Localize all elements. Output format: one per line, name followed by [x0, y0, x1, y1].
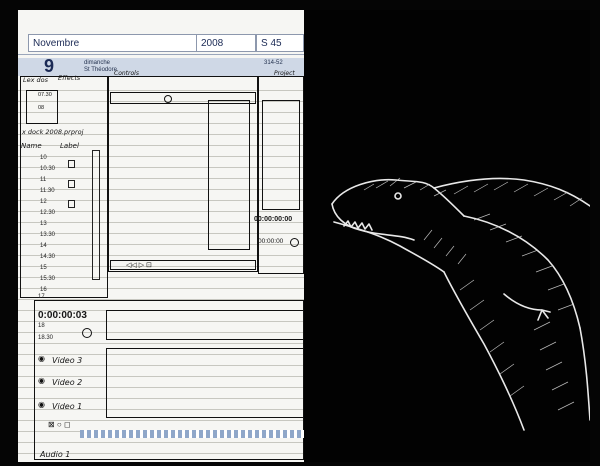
- time-label: 17: [38, 294, 45, 300]
- track-video-1[interactable]: Video 1: [52, 402, 82, 411]
- timeline-ruler: [106, 310, 304, 340]
- year-field: 2008: [196, 34, 256, 52]
- time-label: 13.30: [40, 232, 56, 238]
- time-label: 18: [38, 323, 45, 329]
- eye-icon[interactable]: ◉: [38, 376, 45, 385]
- time-0730: 07.30: [38, 92, 52, 98]
- clip-checkbox[interactable]: [68, 180, 75, 188]
- planner-page: Novembre 2008 S 45 9 dimanche St Théodor…: [18, 10, 304, 462]
- timeline-scale: [80, 430, 304, 438]
- sketchbook-spread: Novembre 2008 S 45 9 dimanche St Théodor…: [0, 0, 600, 466]
- trex-drawing-page: [304, 10, 590, 462]
- day-number: 9: [44, 56, 55, 76]
- time-label: 10.30: [40, 166, 56, 172]
- snap-icon[interactable]: [82, 328, 92, 338]
- time-label: 13: [40, 221, 47, 227]
- track-video-3[interactable]: Video 3: [52, 356, 82, 365]
- time-label: 14: [40, 243, 47, 249]
- eye-icon[interactable]: ◉: [38, 400, 45, 409]
- time-08: 08: [38, 105, 45, 111]
- settings-icon[interactable]: [290, 238, 299, 247]
- monitor-viewport: [208, 100, 250, 250]
- track-area[interactable]: [106, 348, 304, 418]
- tab-controls[interactable]: Controls: [114, 70, 139, 77]
- program-viewport: [262, 100, 300, 210]
- zoom-icon[interactable]: ⊠ ○ ◻: [48, 420, 71, 429]
- tab-effects[interactable]: Effects: [58, 74, 80, 82]
- track-video-2[interactable]: Video 2: [52, 378, 82, 387]
- program-timecode: 00:00:00:00: [254, 216, 293, 223]
- day-caption: dimanche: [84, 60, 111, 66]
- clip-checkbox[interactable]: [68, 160, 75, 168]
- column-label[interactable]: Label: [60, 142, 79, 150]
- project-scrollbar[interactable]: [92, 150, 100, 280]
- time-label: 11.30: [40, 188, 55, 194]
- time-label: 14.30: [40, 254, 56, 260]
- month-field: Novembre: [28, 34, 200, 52]
- small-timecode: 00:00:00: [258, 238, 284, 245]
- time-label: 16: [40, 287, 47, 293]
- day-caption-saint: St Théodore: [84, 67, 117, 73]
- transport-icon[interactable]: ◁◁ ▷ ⊡: [126, 261, 152, 269]
- trex-illustration: [331, 177, 590, 431]
- time-label: 12: [40, 199, 47, 205]
- time-label: 11: [40, 177, 47, 183]
- clip-checkbox[interactable]: [68, 200, 75, 208]
- week-field: S 45: [256, 34, 304, 52]
- time-label: 18.30: [38, 335, 54, 341]
- time-label: 15: [40, 265, 47, 271]
- tab-project[interactable]: Project: [274, 70, 295, 77]
- play-icon[interactable]: [164, 95, 172, 103]
- tab-lex-dos[interactable]: Lex dos: [23, 76, 48, 84]
- time-label: 12.30: [40, 210, 56, 216]
- corner-code: 314-52: [264, 60, 283, 66]
- time-label: 10: [40, 155, 47, 161]
- timeline-timecode: 0:00:00:03: [38, 310, 87, 321]
- track-audio-1[interactable]: Audio 1: [40, 450, 70, 459]
- project-filename: x dock 2008.prproj: [22, 128, 84, 136]
- eye-icon[interactable]: ◉: [38, 354, 45, 363]
- time-label: 15.30: [40, 276, 56, 282]
- column-name[interactable]: Name: [21, 142, 42, 150]
